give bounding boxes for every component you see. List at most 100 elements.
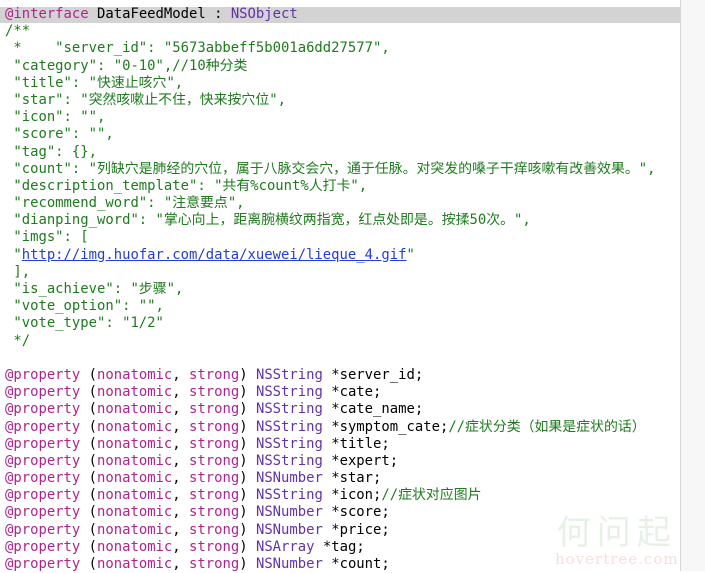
code-line: "count": "列缺穴是肺经的穴位，属于八脉交会穴，通于任脉。对突发的嗓子干… [5,161,655,178]
comment-token: "star": "突然咳嗽止不住，快来按穴位", [5,91,286,108]
plain-token: ( [80,435,98,452]
link-token[interactable]: http://img.huofar.com/data/xuewei/lieque… [22,247,407,263]
comment-token: "description_template": "共有%count%人打卡", [5,177,368,194]
comment-token: /** [5,23,31,40]
class-token: NSString [255,452,323,469]
keyword-token: nonatomic [97,366,173,383]
code-line: "http://img.huofar.com/data/xuewei/liequ… [5,247,655,264]
plain-token: , [172,401,190,418]
class-token: NSObject [230,6,298,22]
scrollbar-gutter[interactable] [680,0,705,571]
plain-token: *cate; [322,384,382,401]
code-line: @property (nonatomic, strong) NSString *… [5,436,655,453]
plain-token: *tag; [314,538,365,555]
class-token: NSArray [255,538,315,555]
plain-token: *count; [322,556,390,572]
class-token: NSString [255,401,323,418]
comment-token: * "server_id": "5673abbeff5b001a6dd27577… [5,40,390,57]
comment-token: " [406,246,415,263]
comment-token: "recommend_word": "注意要点", [5,195,245,212]
plain-token: ) [239,418,256,435]
comment-token: "score": "", [5,126,114,143]
plain-token: ( [80,504,98,521]
plain-token: ) [239,521,256,538]
plain-token: ( [80,538,98,555]
plain-token: , [172,435,190,452]
code-line: * "server_id": "5673abbeff5b001a6dd27577… [5,40,655,57]
class-token: NSNumber [255,556,323,572]
code-text[interactable]: @interface DataFeedModel : NSObject /** *… [5,6,655,573]
keyword-token: @property [5,418,81,435]
plain-token: *score; [322,504,390,521]
code-line: "score": "", [5,126,655,143]
code-line: @property (nonatomic, strong) NSString *… [5,401,655,418]
code-line: "title": "快速止咳穴", [5,75,655,92]
plain-token: ( [80,556,98,572]
keyword-token: nonatomic [97,401,173,418]
plain-token: ( [80,366,98,383]
keyword-token: nonatomic [97,487,173,504]
code-line: @property (nonatomic, strong) NSNumber *… [5,556,655,573]
keyword-token: strong [189,521,240,538]
code-line: @property (nonatomic, strong) NSString *… [5,384,655,401]
keyword-token: nonatomic [97,556,173,572]
plain-token: *expert; [322,452,399,469]
code-editor[interactable]: @interface DataFeedModel : NSObject /** *… [0,0,680,573]
keyword-token: nonatomic [97,521,173,538]
code-line: /** [5,23,655,40]
plain-token: ( [80,418,98,435]
code-line: @property (nonatomic, strong) NSString *… [5,453,655,470]
plain-token: , [172,538,190,555]
keyword-token: strong [189,538,240,555]
plain-token: *cate_name; [322,401,424,418]
keyword-token: @property [5,504,81,521]
keyword-token: @property [5,452,81,469]
class-token: NSNumber [255,470,323,487]
code-line: */ [5,333,655,350]
plain-token: , [172,556,190,572]
plain-token: *server_id; [322,366,424,383]
comment-token: "imgs": [ [5,229,89,246]
plain-token: , [172,418,190,435]
comment-token: "dianping_word": "掌心向上，距离腕横纹两指宽，红点处即是。按揉… [5,212,531,229]
code-line: "vote_option": "", [5,298,655,315]
keyword-token: strong [189,366,240,383]
keyword-token: strong [189,487,240,504]
code-line: ], [5,264,655,281]
keyword-token: @interface [5,6,89,22]
comment-token: "icon": "", [5,109,106,126]
keyword-token: nonatomic [97,435,173,452]
plain-token: , [172,452,190,469]
keyword-token: @property [5,384,81,401]
class-token: NSString [255,418,323,435]
code-line: "recommend_word": "注意要点", [5,195,655,212]
class-token: NSNumber [255,504,323,521]
keyword-token: strong [189,556,240,572]
comment-token: //症状对应图片 [381,487,482,504]
comment-token: "vote_option": "", [5,298,164,315]
keyword-token: @property [5,470,81,487]
keyword-token: @property [5,401,81,418]
plain-token: DataFeedModel : [88,6,231,22]
plain-token: *title; [322,435,390,452]
class-token: NSString [255,487,323,504]
plain-token: ( [80,452,98,469]
code-line: "dianping_word": "掌心向上，距离腕横纹两指宽，红点处即是。按揉… [5,212,655,229]
keyword-token: strong [189,435,240,452]
plain-token: *price; [322,521,390,538]
plain-token: , [172,521,190,538]
keyword-token: nonatomic [97,384,173,401]
comment-token: "count": "列缺穴是肺经的穴位，属于八脉交会穴，通于任脉。对突发的嗓子干… [5,160,656,177]
comment-token: "is_achieve": "步骤", [5,281,184,297]
plain-token: ) [239,487,256,504]
keyword-token: strong [189,401,240,418]
code-line: @property (nonatomic, strong) NSString *… [5,487,655,504]
plain-token: *star; [322,470,382,487]
code-line: "star": "突然咳嗽止不住，快来按穴位", [5,92,655,109]
plain-token: *symptom_cate; [322,418,449,435]
plain-token: ( [80,521,98,538]
keyword-token: nonatomic [97,470,173,487]
plain-token: ) [239,384,256,401]
keyword-token: nonatomic [97,418,173,435]
